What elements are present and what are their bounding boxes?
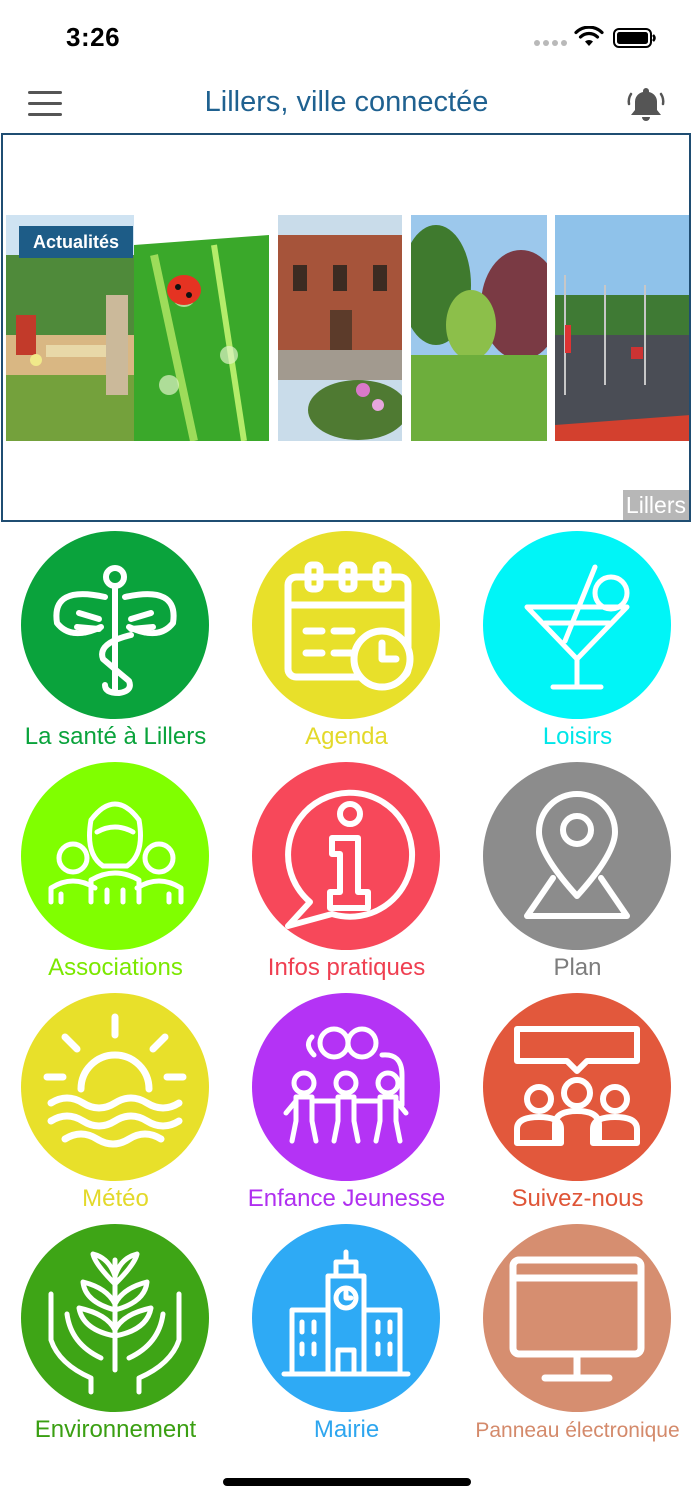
- battery-icon: [613, 28, 656, 48]
- caduceus-icon: [53, 565, 177, 696]
- loisirs-circle: [483, 531, 671, 719]
- navigation-bar: Lillers, ville connectée: [0, 72, 693, 134]
- tile-suivez[interactable]: Suivez-nous: [462, 993, 693, 1223]
- tile-label: Mairie: [313, 1416, 380, 1443]
- associations-circle: [21, 762, 209, 950]
- tile-label: Panneau électronique: [475, 1419, 680, 1442]
- mairie-circle: [252, 1224, 440, 1412]
- tile-agenda[interactable]: Agenda: [231, 531, 462, 761]
- home-indicator[interactable]: [223, 1478, 471, 1486]
- tile-label: La santé à Lillers: [24, 723, 207, 750]
- tile-label: Associations: [48, 954, 183, 981]
- wifi-icon: [574, 26, 604, 46]
- community-chat-icon: [514, 1026, 640, 1146]
- info-bubble-icon: [285, 789, 416, 929]
- tile-mairie[interactable]: Mairie: [231, 1224, 462, 1454]
- map-pin-icon: [524, 791, 630, 919]
- tile-associations[interactable]: Associations: [0, 762, 231, 992]
- tile-plan[interactable]: Plan: [462, 762, 693, 992]
- suivez-circle: [483, 993, 671, 1181]
- tile-label: Plan: [553, 954, 602, 981]
- town-hall-icon: [281, 1249, 411, 1377]
- status-time: 3:26: [66, 22, 121, 52]
- page-title: Lillers, ville connectée: [204, 86, 489, 118]
- tile-label: Météo: [82, 1185, 149, 1212]
- agenda-circle: [252, 531, 440, 719]
- infos-circle: [252, 762, 440, 950]
- tile-meteo[interactable]: Météo: [0, 993, 231, 1223]
- status-bar: 3:26: [0, 0, 693, 72]
- tile-label: Infos pratiques: [267, 954, 426, 981]
- sun-sea-icon: [43, 1013, 187, 1148]
- photo-ladybug-mural: [134, 215, 269, 441]
- cellular-signal-icon: [534, 40, 567, 46]
- tile-label: Loisirs: [542, 723, 613, 750]
- photo-park: [411, 215, 547, 441]
- tile-panneau[interactable]: Panneau électronique: [462, 1224, 693, 1454]
- tile-label: Suivez-nous: [511, 1185, 644, 1212]
- photo-sports-court: [555, 215, 689, 441]
- plant-hands-icon: [48, 1251, 182, 1395]
- plan-circle: [483, 762, 671, 950]
- enfance-circle: [252, 993, 440, 1181]
- tile-sante[interactable]: La santé à Lillers: [0, 531, 231, 761]
- tile-label: Agenda: [305, 723, 388, 750]
- category-badge: Actualités: [19, 226, 134, 258]
- news-banner[interactable]: Actualités Lillers: [1, 133, 691, 522]
- tile-label: Environnement: [34, 1416, 197, 1443]
- tile-environnement[interactable]: Environnement: [0, 1224, 231, 1454]
- tile-infos[interactable]: Infos pratiques: [231, 762, 462, 992]
- meteo-circle: [21, 993, 209, 1181]
- people-group-icon: [48, 801, 184, 905]
- photo-town-hall: [278, 215, 402, 441]
- sante-circle: [21, 531, 209, 719]
- cocktail-icon: [524, 564, 630, 690]
- tile-label: Enfance Jeunesse: [247, 1185, 446, 1212]
- family-icon: [283, 1026, 409, 1144]
- calendar-clock-icon: [284, 561, 414, 691]
- panneau-circle: [483, 1224, 671, 1412]
- monitor-icon: [509, 1256, 645, 1382]
- tile-loisirs[interactable]: Loisirs: [462, 531, 693, 761]
- notification-bell-icon[interactable]: [626, 84, 666, 124]
- tile-enfance[interactable]: Enfance Jeunesse: [231, 993, 462, 1223]
- location-badge: Lillers: [622, 490, 689, 520]
- environnement-circle: [21, 1224, 209, 1412]
